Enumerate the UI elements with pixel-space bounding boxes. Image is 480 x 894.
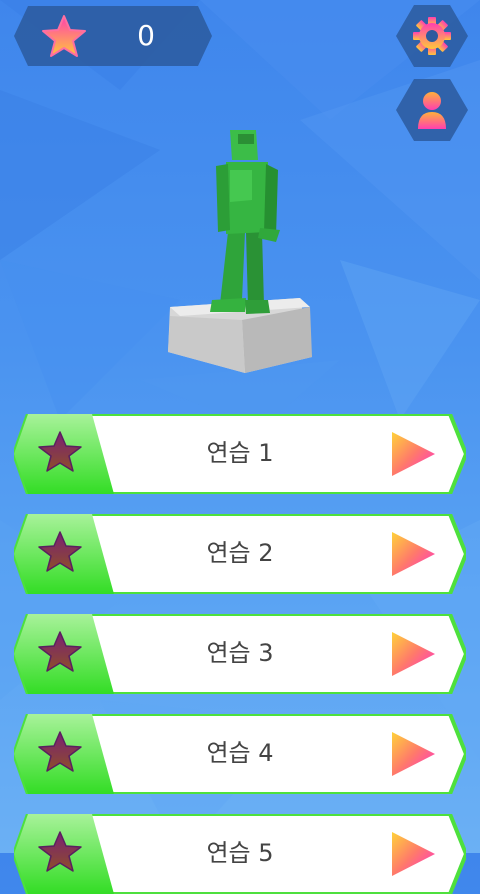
level-button-2[interactable]: 연습 2: [14, 514, 466, 594]
level-label: 연습 4: [206, 739, 274, 767]
level-button-3[interactable]: 연습 3: [14, 614, 466, 694]
score-panel: 0: [14, 6, 212, 66]
gear-icon: [413, 17, 451, 55]
settings-button[interactable]: [396, 5, 468, 67]
level-button-5[interactable]: 연습 5: [14, 814, 466, 894]
profile-button[interactable]: [396, 79, 468, 141]
level-label: 연습 2: [206, 539, 274, 567]
score-value: 0: [137, 19, 155, 52]
level-label: 연습 1: [206, 439, 274, 467]
person-icon: [418, 92, 446, 129]
level-label: 연습 3: [206, 639, 274, 667]
star-icon: [42, 15, 86, 57]
level-button-4[interactable]: 연습 4: [14, 714, 466, 794]
level-label: 연습 5: [206, 839, 274, 867]
character-figure: [168, 130, 312, 373]
level-button-1[interactable]: 연습 1: [14, 414, 466, 494]
